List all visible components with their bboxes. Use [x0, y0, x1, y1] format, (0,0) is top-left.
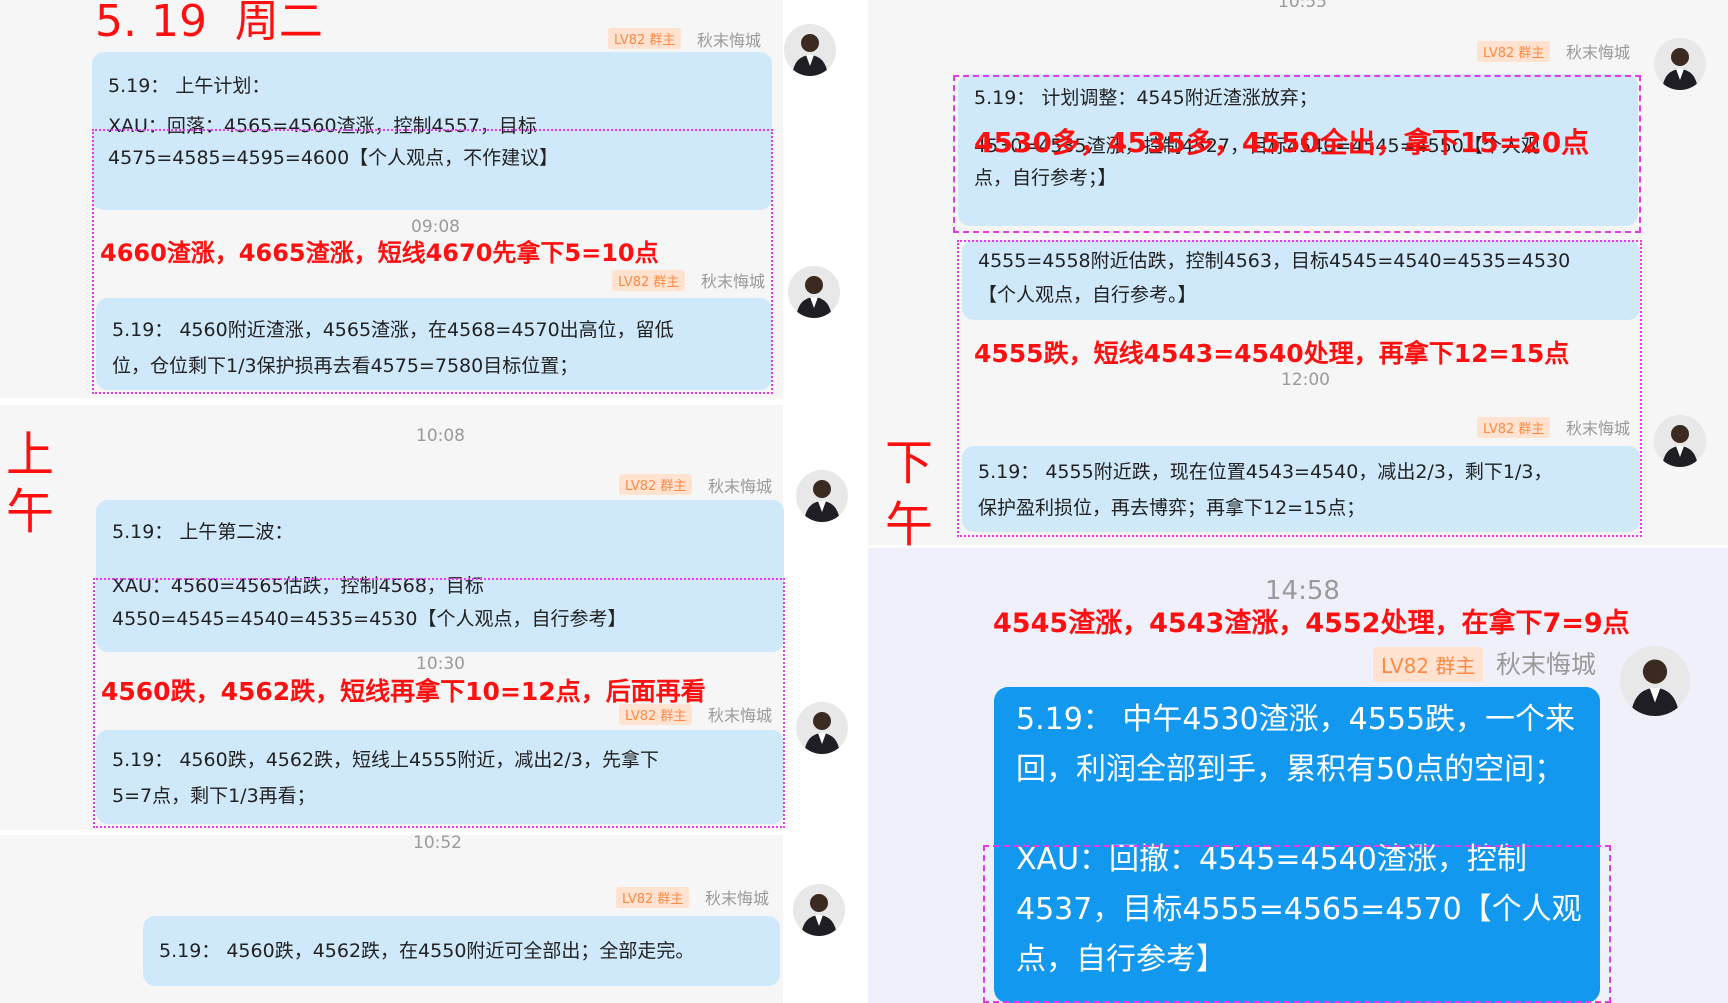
user-name: 秋末悔城	[697, 31, 762, 50]
timestamp: 10:55	[1278, 0, 1327, 12]
user-badge: LV82 群主	[1373, 647, 1484, 682]
afternoon-label-2: 午	[885, 497, 934, 553]
user-badge: LV82 群主	[608, 28, 682, 49]
message-text: 5.19： 中午4530渣涨，4555跌，一个来	[1016, 702, 1576, 737]
timestamp: 10:08	[416, 426, 465, 446]
page-title: 5. 19 周二	[95, 0, 323, 47]
afternoon-label-1: 下	[885, 435, 934, 491]
message-text: 5.19： 上午第二波：	[112, 521, 294, 543]
highlight-box	[93, 578, 785, 828]
avatar[interactable]	[796, 702, 848, 754]
message-bubble: 5.19： 4560跌，4562跌，在4550附近可全部出；全部走完。	[143, 916, 780, 986]
avatar[interactable]	[1654, 415, 1706, 467]
avatar[interactable]	[793, 884, 845, 936]
user-badge: LV82 群主	[1477, 41, 1551, 62]
message-text: 5.19： 上午计划：	[108, 75, 271, 97]
avatar[interactable]	[1654, 38, 1706, 90]
morning-label-2: 午	[6, 484, 55, 540]
morning-label-1: 上	[6, 427, 55, 483]
user-badge: LV82 群主	[616, 887, 690, 908]
user-name: 秋末悔城	[705, 889, 770, 908]
user-name: 秋末悔城	[1496, 650, 1597, 679]
highlight-box	[953, 75, 1641, 233]
avatar[interactable]	[788, 266, 840, 318]
user-badge: LV82 群主	[619, 474, 693, 495]
avatar[interactable]	[1620, 646, 1690, 716]
user-name: 秋末悔城	[1566, 43, 1631, 62]
avatar[interactable]	[796, 470, 848, 522]
highlight-box	[983, 845, 1611, 1003]
highlight-box	[92, 129, 773, 394]
trade-note: 4545渣涨，4543渣涨，4552处理，在拿下7=9点	[993, 608, 1630, 639]
avatar[interactable]	[784, 24, 836, 76]
highlight-box	[957, 240, 1642, 537]
user-name: 秋末悔城	[708, 477, 773, 496]
message-text: 回，利润全部到手，累积有50点的空间；	[1016, 752, 1565, 787]
timestamp: 10:52	[413, 833, 462, 853]
message-text: 5.19： 4560跌，4562跌，在4550附近可全部出；全部走完。	[159, 940, 695, 962]
